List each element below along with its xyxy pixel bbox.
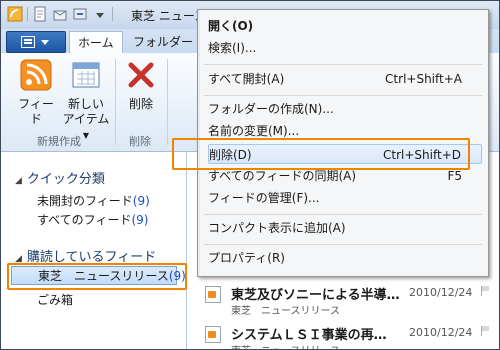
chevron-down-icon <box>41 40 49 45</box>
flag-icon[interactable] <box>481 286 490 296</box>
feed-item-date: 2010/12/24 <box>409 286 473 299</box>
group-label-new: 新規作成 <box>37 135 81 148</box>
menu-item-open[interactable]: 開く(O) <box>208 16 482 36</box>
delete-button-label: 削除 <box>128 97 153 111</box>
menu-item-search[interactable]: 検索(I)... <box>208 38 482 58</box>
delete-button[interactable]: 削除 <box>121 59 161 112</box>
feed-item-icon <box>205 326 221 343</box>
feed-button-label: フィード <box>18 97 54 126</box>
tab-folder[interactable]: フォルダー <box>125 31 201 53</box>
list-item[interactable]: 東芝及びソニーによる半導… 2010/12/24 東芝 ニュースリリース <box>187 282 499 317</box>
collapse-triangle-icon[interactable]: ◢ <box>15 176 22 186</box>
menu-item-create-folder[interactable]: フォルダーの作成(N)... <box>208 99 482 119</box>
group-label-delete: 削除 <box>129 135 151 148</box>
new-item-icon[interactable] <box>32 6 48 22</box>
menu-separator <box>204 64 482 65</box>
reply-icon[interactable] <box>52 6 68 22</box>
menu-item-properties[interactable]: プロパティ(R) <box>208 248 482 268</box>
new-item-label-1: 新しい <box>67 97 104 111</box>
menu-item-manage-feeds[interactable]: フィードの管理(F)... <box>208 188 482 208</box>
flag-icon[interactable] <box>481 326 490 336</box>
nav-item-trash[interactable]: ごみ箱 <box>37 291 73 308</box>
feed-item-date: 2010/12/24 <box>409 326 473 339</box>
highlight-frame-delete-item <box>172 138 470 170</box>
feed-item-source: 東芝 ニュースリリース <box>231 306 340 317</box>
menu-item-add-to-compact-view[interactable]: コンパクト表示に追加(A) <box>208 218 482 238</box>
chevron-down-icon: ▼ <box>82 131 90 140</box>
app-icon <box>7 6 23 22</box>
app-window: 東芝 ニュースリリース - Windows Live メール ホーム フォルダー… <box>0 0 500 350</box>
tab-home[interactable]: ホーム <box>69 31 123 54</box>
new-item-button[interactable]: 新しい アイテム ▼ <box>61 59 111 143</box>
feed-item-title: システムＬＳＩ事業の再… <box>231 328 387 343</box>
feed-item-source: 東芝 ニュースリリース <box>231 342 340 349</box>
feed-item-icon <box>205 286 221 303</box>
sync-icon[interactable] <box>72 6 88 22</box>
quick-views-header[interactable]: ◢ クイック分類 <box>15 168 105 187</box>
context-menu: 開く(O) 検索(I)... すべて開封(A) Ctrl+Shift+A フォルダ… <box>172 9 489 277</box>
highlight-frame-selected-feed <box>7 263 187 290</box>
delete-x-icon <box>125 59 157 91</box>
rss-icon <box>20 59 52 91</box>
menu-item-mark-all-read[interactable]: すべて開封(A) Ctrl+Shift+A <box>208 69 482 89</box>
menu-separator <box>204 214 482 215</box>
group-divider <box>115 59 116 145</box>
qat-dropdown-icon[interactable] <box>92 6 108 22</box>
feed-item-title: 東芝及びソニーによる半導… <box>231 288 400 303</box>
file-menu-button[interactable] <box>6 31 66 53</box>
group-divider <box>167 59 168 145</box>
menu-icon <box>21 36 35 48</box>
nav-item-all-feeds[interactable]: すべてのフィード(9) <box>37 211 148 228</box>
feed-button[interactable]: フィード <box>13 59 59 127</box>
menu-separator <box>204 244 482 245</box>
nav-item-unread-feeds[interactable]: 未開封のフィード(9) <box>37 192 150 209</box>
list-item[interactable]: システムＬＳＩ事業の再… 2010/12/24 東芝 ニュースリリース <box>187 322 499 349</box>
quick-access-toolbar <box>7 6 113 22</box>
calendar-icon <box>70 59 102 91</box>
folder-pane: ◢ クイック分類 未開封のフィード(9) すべてのフィード(9) ◢ 購読しているフ… <box>1 152 187 349</box>
menu-separator <box>204 95 482 96</box>
